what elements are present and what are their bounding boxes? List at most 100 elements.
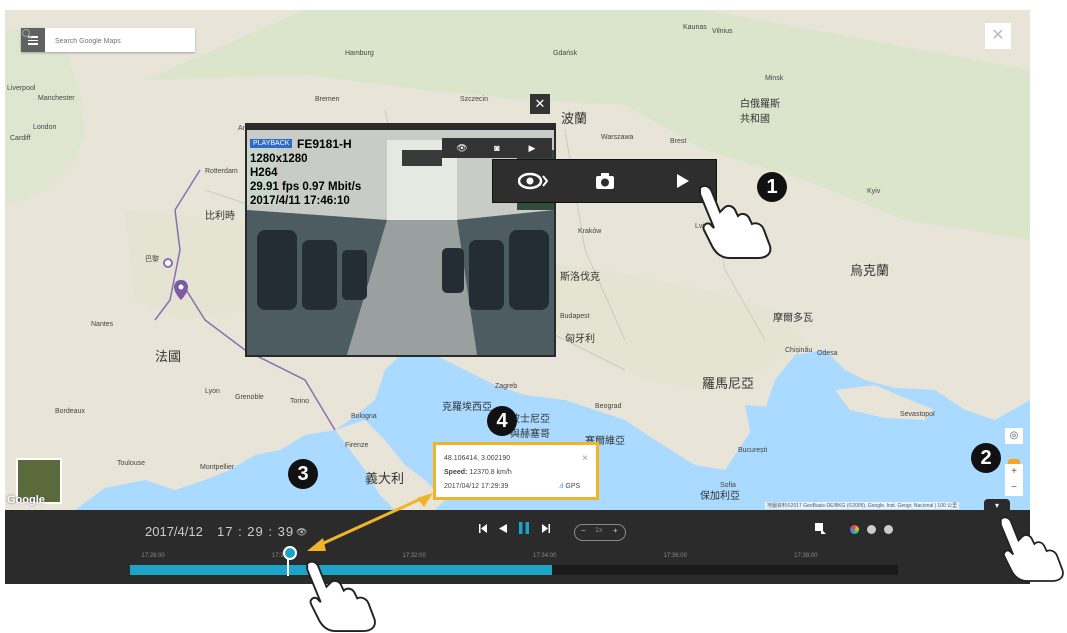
timeline-scrubber-handle[interactable] — [283, 546, 297, 560]
city-label-budapest: Budapest — [560, 313, 590, 320]
city-label-cardiff: Cardiff — [10, 135, 31, 142]
country-label-belarus: 白俄羅斯共和國 — [740, 99, 780, 125]
map-search-box — [21, 28, 195, 52]
zoom-in-button[interactable]: + — [1005, 464, 1023, 480]
google-logo: Google — [7, 494, 45, 506]
callout-number-3: 3 — [288, 459, 318, 489]
live-view-icon[interactable]: 👁 — [447, 138, 477, 158]
search-input[interactable] — [53, 32, 175, 50]
hand-pointer-icon — [306, 560, 376, 633]
timeline-ticks: 17:28:00 17:30:00 17:32:00 17:34:00 17:3… — [130, 553, 898, 563]
camera-name: FE9181-H — [297, 137, 352, 151]
snapshot-icon[interactable] — [575, 160, 635, 202]
city-label-hamburg: Hamburg — [345, 50, 374, 57]
timeline-tick: 17:38:00 — [794, 553, 818, 559]
video-timestamp: 2017/4/11 17:46:10 — [250, 195, 350, 207]
city-label-firenze: Firenze — [345, 442, 369, 449]
reverse-play-icon[interactable] — [499, 524, 507, 536]
gps-popup-close[interactable]: × — [582, 453, 588, 464]
country-label-slovakia: 斯洛伐克 — [560, 272, 600, 283]
country-label-moldova: 摩爾多瓦 — [773, 313, 813, 324]
playback-control-bar: 2017/4/12 17 : 29 : 39 👁 − 1x + 17:28:00… — [5, 510, 1030, 584]
timeline-tick: 17:36:00 — [663, 553, 687, 559]
video-popup: PLAYBACK FE9181-H 1280x1280 H264 29.91 f… — [245, 123, 556, 357]
country-label-ukraine: 烏克蘭 — [850, 263, 890, 278]
search-icon[interactable] — [21, 28, 33, 40]
zoom-out-icon[interactable] — [867, 525, 876, 534]
timeline-tick: 17:32:00 — [402, 553, 426, 559]
city-label-london: London — [33, 124, 57, 131]
live-view-icon[interactable] — [503, 160, 563, 202]
country-label-poland: 波蘭 — [561, 111, 588, 126]
city-label-krakow: Kraków — [578, 228, 602, 235]
pause-icon[interactable] — [519, 522, 529, 537]
gps-signal-icon: .ıl — [558, 483, 564, 490]
city-label-kaunas: Kaunas — [683, 24, 707, 31]
video-toolbar: 👁 ◙ ▶ — [442, 138, 552, 158]
gps-info-popup: 48.106414, 3.002190 Speed: 12370.8 km/h … — [433, 442, 599, 500]
toolbar-zoom-callout — [493, 160, 716, 202]
city-label-brest: Brest — [670, 138, 687, 145]
city-label-torino: Torino — [290, 398, 310, 405]
country-label-romania: 羅馬尼亞 — [702, 376, 755, 391]
city-label-odesa: Odesa — [817, 350, 838, 357]
callout-number-4: 4 — [487, 406, 517, 436]
city-label-bucuresti: București — [738, 447, 768, 454]
eye-icon[interactable]: 👁 — [296, 527, 307, 538]
map-attribution: 地圖資料©2017 GeoBasis-DE/BKG (©2009), Googl… — [765, 502, 960, 509]
country-label-france: 法國 — [155, 349, 182, 364]
speed-label: Speed: — [444, 469, 468, 476]
speed-decrease-button[interactable]: − — [581, 526, 586, 535]
city-label-minsk: Minsk — [765, 75, 784, 82]
city-label-chisinau: Chișinău — [785, 347, 813, 354]
playback-badge: PLAYBACK — [250, 139, 293, 148]
country-label-italy: 義大利 — [365, 471, 405, 486]
video-resolution: 1280x1280 — [250, 153, 308, 165]
playback-time: 17 : 29 : 39 — [217, 524, 295, 539]
city-label-bordeaux: Bordeaux — [55, 408, 85, 415]
playback-date: 2017/4/12 — [145, 524, 203, 539]
city-label-sevastopol: Sevastopol — [900, 411, 935, 418]
city-label-kyiv: Kyiv — [867, 188, 881, 195]
speed-control: − 1x + — [574, 524, 626, 541]
country-label-bulgaria: 保加利亞 — [700, 491, 740, 502]
city-label-gdansk: Gdańsk — [553, 50, 578, 57]
city-label-bologna: Bologna — [351, 413, 377, 420]
timeline-tick: 17:34:00 — [533, 553, 557, 559]
gps-coordinates: 48.106414, 3.002190 — [444, 455, 511, 462]
play-icon[interactable]: ▶ — [517, 138, 547, 158]
close-map-button[interactable]: ✕ — [985, 23, 1011, 49]
timeline-tick: 17:28:00 — [141, 553, 165, 559]
city-label-liverpool: Liverpool — [7, 85, 36, 92]
app-window: 法國 烏克蘭 羅馬尼亞 義大利 匈牙利 波蘭 白俄羅斯共和國 保加利亞 斯洛伐克… — [5, 10, 1030, 584]
city-label-warszawa: Warszawa — [601, 134, 634, 141]
hand-pointer-icon — [699, 184, 772, 259]
skip-end-icon[interactable] — [542, 524, 550, 536]
snapshot-icon[interactable]: ◙ — [482, 138, 512, 158]
timeline-track[interactable] — [130, 565, 898, 575]
city-label-rotterdam: Rotterdam — [205, 168, 238, 175]
video-stats: 29.91 fps 0.97 Mbit/s — [250, 181, 362, 193]
city-label-toulouse: Toulouse — [117, 460, 146, 467]
city-label-sofia: Sofia — [720, 482, 736, 489]
city-label-lyon: Lyon — [205, 388, 220, 395]
gps-label: GPS — [565, 483, 581, 490]
skip-start-icon[interactable] — [479, 524, 487, 536]
color-icon[interactable] — [850, 525, 859, 534]
zoom-out-button[interactable]: − — [1005, 480, 1023, 496]
gps-date: 2017/04/12 17:29:39 — [444, 483, 509, 490]
city-label-grenoble: Grenoble — [235, 394, 264, 401]
close-video-button[interactable]: ✕ — [530, 94, 550, 114]
city-label-montpellier: Montpellier — [200, 464, 235, 471]
city-label-bremen: Bremen — [315, 96, 340, 103]
speed-value: 1x — [595, 527, 603, 534]
city-label-nantes: Nantes — [91, 321, 114, 328]
speed-increase-button[interactable]: + — [613, 526, 618, 535]
locate-icon[interactable]: ◎ — [1005, 428, 1023, 444]
export-icon[interactable] — [815, 523, 826, 537]
timeline-cursor-line — [287, 558, 289, 576]
city-label-manchester: Manchester — [38, 95, 75, 102]
hand-pointer-icon — [999, 516, 1064, 582]
city-label-beograd: Beograd — [595, 403, 622, 410]
zoom-in-icon[interactable] — [884, 525, 893, 534]
